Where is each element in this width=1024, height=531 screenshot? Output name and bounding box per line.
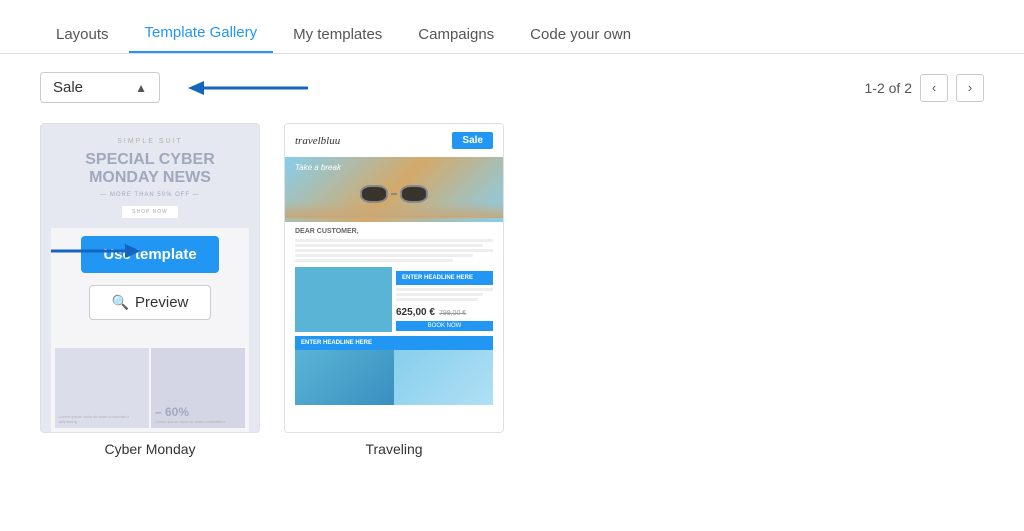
search-icon: 🔍 [112,294,129,311]
tab-campaigns[interactable]: Campaigns [402,16,510,53]
tr-headline-box: ENTER HEADLINE HERE [396,271,493,285]
tr-logo: travelbluu [295,135,340,147]
tr-footer-right [394,350,493,405]
tr-footer-left [295,350,394,405]
template-gallery: SIMPLE SUIT SPECIAL CYBER MONDAY NEWS — … [0,123,1024,457]
tr-header: travelbluu Sale [285,124,503,157]
pagination: 1-2 of 2 ‹ › [865,74,984,102]
chevron-down-icon: ▲ [135,81,147,95]
tab-my-templates[interactable]: My templates [277,16,398,53]
tr-bottom-banner: ENTER HEADLINE HERE [295,336,493,350]
tr-sale-badge: Sale [452,132,493,149]
tabs-bar: Layouts Template Gallery My templates Ca… [0,0,1024,54]
tr-footer [295,350,493,405]
filter-left: Sale ▲ [40,72,308,103]
card-frame-cyber-monday: SIMPLE SUIT SPECIAL CYBER MONDAY NEWS — … [40,123,260,433]
pagination-label: 1-2 of 2 [865,80,912,96]
pagination-prev-button[interactable]: ‹ [920,74,948,102]
tr-highlight-section: ENTER HEADLINE HERE 625,00 € 799,00 € BO… [295,267,493,332]
dropdown-label: Sale [53,79,127,96]
pointer-arrow [188,78,308,98]
tr-hero: Take a break [285,157,503,222]
card-frame-traveling: travelbluu Sale Take a break [284,123,504,433]
card-label-traveling: Traveling [365,441,422,457]
tr-old-price: 799,00 € [439,310,466,317]
card-hover-overlay: Use template 🔍 Preview [41,124,259,432]
filter-bar: Sale ▲ 1-2 of 2 ‹ › [0,54,1024,115]
sale-dropdown[interactable]: Sale ▲ [40,72,160,103]
pagination-next-button[interactable]: › [956,74,984,102]
template-card-traveling[interactable]: travelbluu Sale Take a break [284,123,504,457]
tr-text-lines [295,239,493,262]
tr-book-btn: BOOK NOW [396,321,493,331]
tr-body: DEAR CUSTOMER, ENTER HEADLINE HERE [285,222,503,432]
tr-dear-customer: DEAR CUSTOMER, [295,228,493,235]
tr-price: 625,00 € [396,307,435,318]
traveling-preview: travelbluu Sale Take a break [285,124,503,432]
tr-hero-text: Take a break [295,163,341,172]
overlay-arrow [51,241,141,266]
preview-button[interactable]: 🔍 Preview [89,285,212,320]
template-card-cyber-monday[interactable]: SIMPLE SUIT SPECIAL CYBER MONDAY NEWS — … [40,123,260,457]
tab-layouts[interactable]: Layouts [40,16,125,53]
tab-code-your-own[interactable]: Code your own [514,16,647,53]
preview-label: Preview [135,294,188,311]
tab-template-gallery[interactable]: Template Gallery [129,14,274,53]
card-label-cyber-monday: Cyber Monday [104,441,195,457]
